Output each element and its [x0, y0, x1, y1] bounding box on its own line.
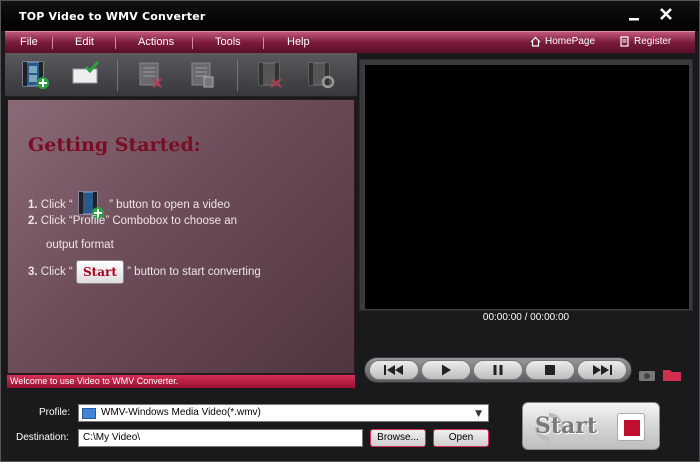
home-icon	[530, 36, 541, 47]
wmv-format-icon	[82, 408, 96, 419]
step-text: Click “	[40, 266, 73, 279]
register-label: Register	[634, 36, 672, 47]
start-button[interactable]: Start	[522, 402, 660, 450]
skip-back-icon	[384, 365, 403, 375]
snapshot-button[interactable]	[639, 366, 655, 381]
snapshot-folder-button[interactable]	[663, 366, 681, 381]
menu-separator	[263, 37, 264, 49]
stop-playback-button[interactable]	[525, 360, 575, 380]
start-label: Start	[535, 413, 598, 439]
step-text: ” button to start converting	[127, 266, 261, 279]
stop-icon	[545, 365, 555, 375]
skip-forward-icon	[593, 365, 612, 375]
close-button[interactable]	[657, 7, 675, 25]
open-output-button[interactable]	[69, 59, 101, 91]
register-icon	[620, 36, 629, 47]
menu-help[interactable]: Help	[287, 36, 310, 48]
menu-separator	[192, 37, 193, 49]
browse-button[interactable]: Browse...	[370, 429, 426, 447]
remove-button[interactable]	[135, 59, 167, 91]
play-button[interactable]	[421, 360, 471, 380]
play-icon	[442, 364, 451, 376]
video-preview	[359, 59, 693, 311]
status-bar: Welcome to use Video to WMV Converter.	[7, 374, 355, 388]
pause-button[interactable]	[473, 360, 523, 380]
skip-forward-button[interactable]	[577, 360, 627, 380]
clear-icon	[191, 62, 214, 88]
minimize-button[interactable]	[625, 7, 643, 25]
step-2-continued: output format	[46, 239, 114, 251]
main-window: TOP Video to WMV Converter File Edit Act…	[0, 0, 700, 462]
homepage-link[interactable]: HomePage	[530, 36, 595, 47]
menu-bar: File Edit Actions Tools Help HomePage Re…	[5, 31, 695, 53]
register-link[interactable]: Register	[619, 36, 671, 47]
destination-field[interactable]: C:\My Video\	[78, 429, 363, 447]
menu-separator	[115, 37, 116, 49]
step-2: 2. Click “Profile” Combobox to choose an	[28, 215, 237, 227]
step-number: 2.	[28, 215, 38, 227]
profile-label: Profile:	[39, 407, 71, 418]
pause-icon	[493, 365, 503, 375]
clear-button[interactable]	[187, 59, 219, 91]
remove-icon	[139, 62, 162, 88]
camera-icon	[639, 371, 655, 381]
step-number: 3.	[28, 266, 38, 279]
getting-started-panel: Getting Started: 1. Click “ ” button to …	[7, 99, 355, 374]
step-3: 3. Click “ Start ” button to start conve…	[28, 260, 261, 284]
toolbar-separator	[117, 59, 118, 91]
profile-select[interactable]: WMV-Windows Media Video(*.wmv) ▼	[78, 404, 489, 422]
menu-file[interactable]: File	[20, 36, 38, 48]
toolbar	[5, 53, 357, 97]
menu-tools[interactable]: Tools	[215, 36, 241, 48]
close-icon	[660, 8, 672, 20]
destination-label: Destination:	[16, 432, 69, 443]
time-display: 00:00:00 / 00:00:00	[482, 312, 570, 323]
open-button[interactable]: Open	[433, 429, 489, 447]
step-text: ” button to open a video	[109, 199, 230, 212]
profile-value: WMV-Windows Media Video(*.wmv)	[101, 407, 261, 418]
stop-button[interactable]	[617, 413, 645, 441]
menu-separator	[52, 37, 53, 49]
add-video-icon	[22, 61, 49, 89]
add-video-button[interactable]	[19, 59, 51, 91]
cut-icon	[258, 62, 282, 88]
stop-icon	[624, 420, 640, 436]
title-bar: TOP Video to WMV Converter	[1, 1, 699, 31]
step-text: Click “Profile” Combobox to choose an	[40, 215, 238, 227]
folder-icon	[663, 370, 681, 381]
window-title: TOP Video to WMV Converter	[19, 10, 206, 23]
settings-button[interactable]	[305, 59, 337, 91]
playback-controls	[364, 357, 632, 383]
menu-actions[interactable]: Actions	[138, 36, 174, 48]
destination-value: C:\My Video\	[83, 432, 141, 443]
menu-edit[interactable]: Edit	[75, 36, 94, 48]
start-button-illustration: Start	[75, 260, 124, 284]
skip-back-button[interactable]	[369, 360, 419, 380]
minimize-icon	[629, 18, 639, 21]
toolbar-separator	[237, 59, 238, 91]
open-folder-check-icon	[72, 61, 100, 84]
step-text: Click “	[40, 199, 73, 212]
cut-button[interactable]	[255, 59, 287, 91]
status-text: Welcome to use Video to WMV Converter.	[10, 376, 179, 386]
homepage-label: HomePage	[545, 36, 596, 47]
settings-icon	[308, 62, 335, 89]
step-number: 1.	[28, 199, 38, 212]
chevron-down-icon: ▼	[475, 409, 482, 419]
video-screen	[365, 65, 689, 309]
getting-started-title: Getting Started:	[28, 134, 201, 156]
